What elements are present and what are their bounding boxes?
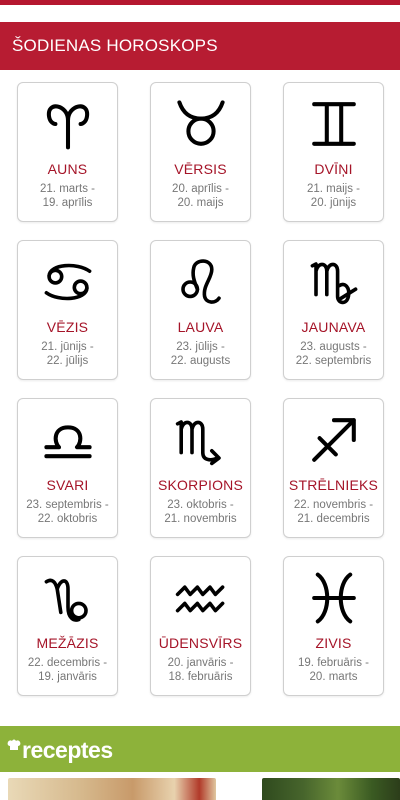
recipe-thumbnail[interactable] bbox=[262, 778, 400, 800]
sagittarius-icon bbox=[284, 413, 383, 467]
leo-icon bbox=[151, 255, 250, 309]
section-title: ŠODIENAS HOROSKOPS bbox=[12, 36, 218, 55]
sign-dates: 22. decembris - 19. janvāris bbox=[27, 657, 108, 683]
sign-dates: 19. februāris - 20. marts bbox=[298, 657, 369, 683]
chef-hat-icon bbox=[7, 739, 21, 750]
sign-card-libra[interactable]: SVARI 23. septembris - 22. oktobris bbox=[17, 398, 118, 538]
sign-name: SKORPIONS bbox=[157, 477, 244, 493]
sign-card-sagittarius[interactable]: STRĒLNIEKS 22. novembris - 21. decembris bbox=[283, 398, 384, 538]
sign-name: LAUVA bbox=[177, 319, 224, 335]
sign-name: DVĪŅI bbox=[314, 161, 353, 177]
recipes-logo[interactable]: receptes bbox=[7, 733, 113, 767]
pisces-icon bbox=[284, 571, 383, 625]
sign-card-cancer[interactable]: VĒZIS 21. jūnijs - 22. jūlijs bbox=[17, 240, 118, 380]
sign-card-aquarius[interactable]: ŪDENSVĪRS 20. janvāris - 18. februāris bbox=[150, 556, 251, 696]
sign-dates: 21. maijs - 20. jūnijs bbox=[306, 183, 361, 209]
sign-name: VĒRSIS bbox=[174, 161, 227, 177]
sign-dates: 23. oktobris - 21. novembris bbox=[164, 499, 237, 525]
sign-name: ŪDENSVĪRS bbox=[158, 635, 243, 651]
sign-card-taurus[interactable]: VĒRSIS 20. aprīlis - 20. maijs bbox=[150, 82, 251, 222]
sign-name: SVARI bbox=[46, 477, 89, 493]
gemini-icon bbox=[284, 97, 383, 151]
sign-name: STRĒLNIEKS bbox=[288, 477, 379, 493]
sign-name: JAUNAVA bbox=[301, 319, 366, 335]
libra-icon bbox=[18, 413, 117, 467]
aquarius-icon bbox=[151, 571, 250, 625]
scorpio-icon bbox=[151, 413, 250, 467]
sign-dates: 23. jūlijs - 22. augusts bbox=[170, 341, 231, 367]
sign-dates: 20. aprīlis - 20. maijs bbox=[172, 183, 229, 209]
sign-card-capricorn[interactable]: MEŽĀZIS 22. decembris - 19. janvāris bbox=[17, 556, 118, 696]
sign-dates: 23. augusts - 22. septembris bbox=[295, 341, 372, 367]
sign-name: ZIVIS bbox=[315, 635, 352, 651]
recipe-thumbnail[interactable] bbox=[8, 778, 216, 800]
sign-card-leo[interactable]: LAUVA 23. jūlijs - 22. augusts bbox=[150, 240, 251, 380]
sign-card-pisces[interactable]: ZIVIS 19. februāris - 20. marts bbox=[283, 556, 384, 696]
top-accent-strip bbox=[0, 0, 400, 5]
sign-card-aries[interactable]: AUNS 21. marts - 19. aprīlis bbox=[17, 82, 118, 222]
sign-card-virgo[interactable]: JAUNAVA 23. augusts - 22. septembris bbox=[283, 240, 384, 380]
sign-name: AUNS bbox=[47, 161, 88, 177]
sign-name: MEŽĀZIS bbox=[36, 635, 99, 651]
sign-dates: 23. septembris - 22. oktobris bbox=[26, 499, 109, 525]
spacer bbox=[0, 700, 400, 726]
sign-dates: 20. janvāris - 18. februāris bbox=[167, 657, 234, 683]
section-header: ŠODIENAS HOROSKOPS bbox=[0, 22, 400, 70]
sign-dates: 21. jūnijs - 22. jūlijs bbox=[41, 341, 94, 367]
aries-icon bbox=[18, 97, 117, 151]
taurus-icon bbox=[151, 97, 250, 151]
sign-dates: 22. novembris - 21. decembris bbox=[293, 499, 374, 525]
cancer-icon bbox=[18, 255, 117, 309]
capricorn-icon bbox=[18, 571, 117, 625]
sign-card-scorpio[interactable]: SKORPIONS 23. oktobris - 21. novembris bbox=[150, 398, 251, 538]
sign-dates: 21. marts - 19. aprīlis bbox=[40, 183, 95, 209]
virgo-icon bbox=[284, 255, 383, 309]
sign-name: VĒZIS bbox=[46, 319, 89, 335]
recipes-logo-text: receptes bbox=[22, 736, 113, 763]
sign-card-gemini[interactable]: DVĪŅI 21. maijs - 20. jūnijs bbox=[283, 82, 384, 222]
